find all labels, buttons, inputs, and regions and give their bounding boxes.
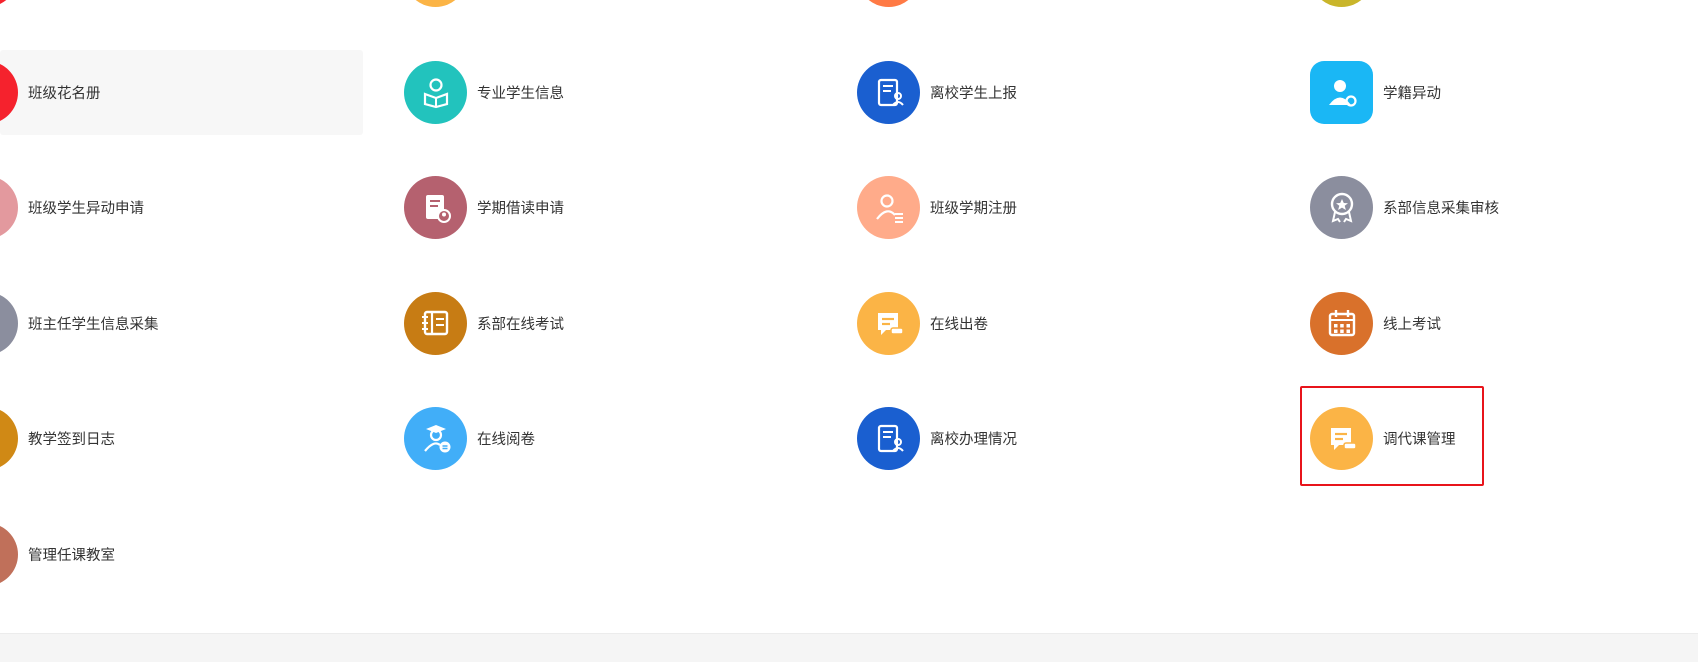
clipboard-person-icon — [857, 60, 920, 124]
clipboard-person-icon — [857, 406, 920, 470]
student-reading-icon — [404, 60, 467, 124]
tile-leaving-process-status[interactable]: 离校办理情况 — [857, 398, 1017, 478]
tile-label: 系部在线考试 — [477, 316, 564, 333]
footer-strip — [0, 633, 1698, 662]
tile-label: 离校学生上报 — [930, 85, 1017, 102]
document-person-icon — [404, 175, 467, 239]
student-change-icon — [0, 175, 18, 239]
tile-headteacher-collect[interactable]: 班主任学生信息采集 — [0, 283, 159, 363]
tile-label: 班级学期注册 — [930, 200, 1017, 217]
partial-icon — [1310, 0, 1373, 7]
partial-icon — [404, 0, 467, 7]
selection-highlight — [1300, 386, 1484, 486]
award-badge-icon — [1310, 175, 1373, 239]
tile-leaving-student-report[interactable]: 离校学生上报 — [857, 52, 1017, 132]
tile-label: 在线出卷 — [930, 316, 988, 333]
tile-class-change-apply[interactable]: 班级学生异动申请 — [0, 167, 144, 247]
tile-label: 管理任课教室 — [28, 547, 115, 564]
tile-label: 专业学生信息 — [477, 85, 564, 102]
tile-label: 线上考试 — [1383, 316, 1441, 333]
tile-label: 教学签到日志 — [28, 431, 115, 448]
tile-major-student-info[interactable]: 专业学生信息 — [404, 52, 564, 132]
tile-term-visiting-apply[interactable]: 学期借读申请 — [404, 167, 564, 247]
user-gear-icon — [1310, 60, 1373, 124]
tile-dept-online-exam[interactable]: 系部在线考试 — [404, 283, 564, 363]
calendar-icon — [1310, 291, 1373, 355]
tile-label: 在线阅卷 — [477, 431, 535, 448]
tile-online-paper[interactable]: 在线出卷 — [857, 283, 988, 363]
message-paper-icon — [857, 291, 920, 355]
tile-label: 学籍异动 — [1383, 85, 1441, 102]
tile-label: 学期借读申请 — [477, 200, 564, 217]
roster-icon — [0, 60, 18, 124]
tile-manage-classroom[interactable]: 管理任课教室 — [0, 514, 115, 594]
tile-label: 系部信息采集审核 — [1383, 200, 1499, 217]
teacher-collect-icon — [0, 291, 18, 355]
tile-class-roster[interactable]: 班级花名册 — [0, 52, 101, 132]
tile-label: 班级学生异动申请 — [28, 200, 144, 217]
tile-online-exam[interactable]: 线上考试 — [1310, 283, 1441, 363]
tile-teaching-signin-log[interactable]: 教学签到日志 — [0, 398, 115, 478]
tile-label: 班主任学生信息采集 — [28, 316, 159, 333]
partial-icon — [0, 0, 18, 7]
user-list-icon — [857, 175, 920, 239]
tile-label: 班级花名册 — [28, 85, 101, 102]
tile-status-change[interactable]: 学籍异动 — [1310, 52, 1441, 132]
classroom-icon — [0, 522, 18, 586]
signin-log-icon — [0, 406, 18, 470]
tile-online-grading[interactable]: 在线阅卷 — [404, 398, 535, 478]
exam-book-icon — [404, 291, 467, 355]
graduate-person-icon — [404, 406, 467, 470]
partial-icon — [857, 0, 920, 7]
tile-class-term-register[interactable]: 班级学期注册 — [857, 167, 1017, 247]
tile-label: 离校办理情况 — [930, 431, 1017, 448]
tile-dept-info-review[interactable]: 系部信息采集审核 — [1310, 167, 1499, 247]
